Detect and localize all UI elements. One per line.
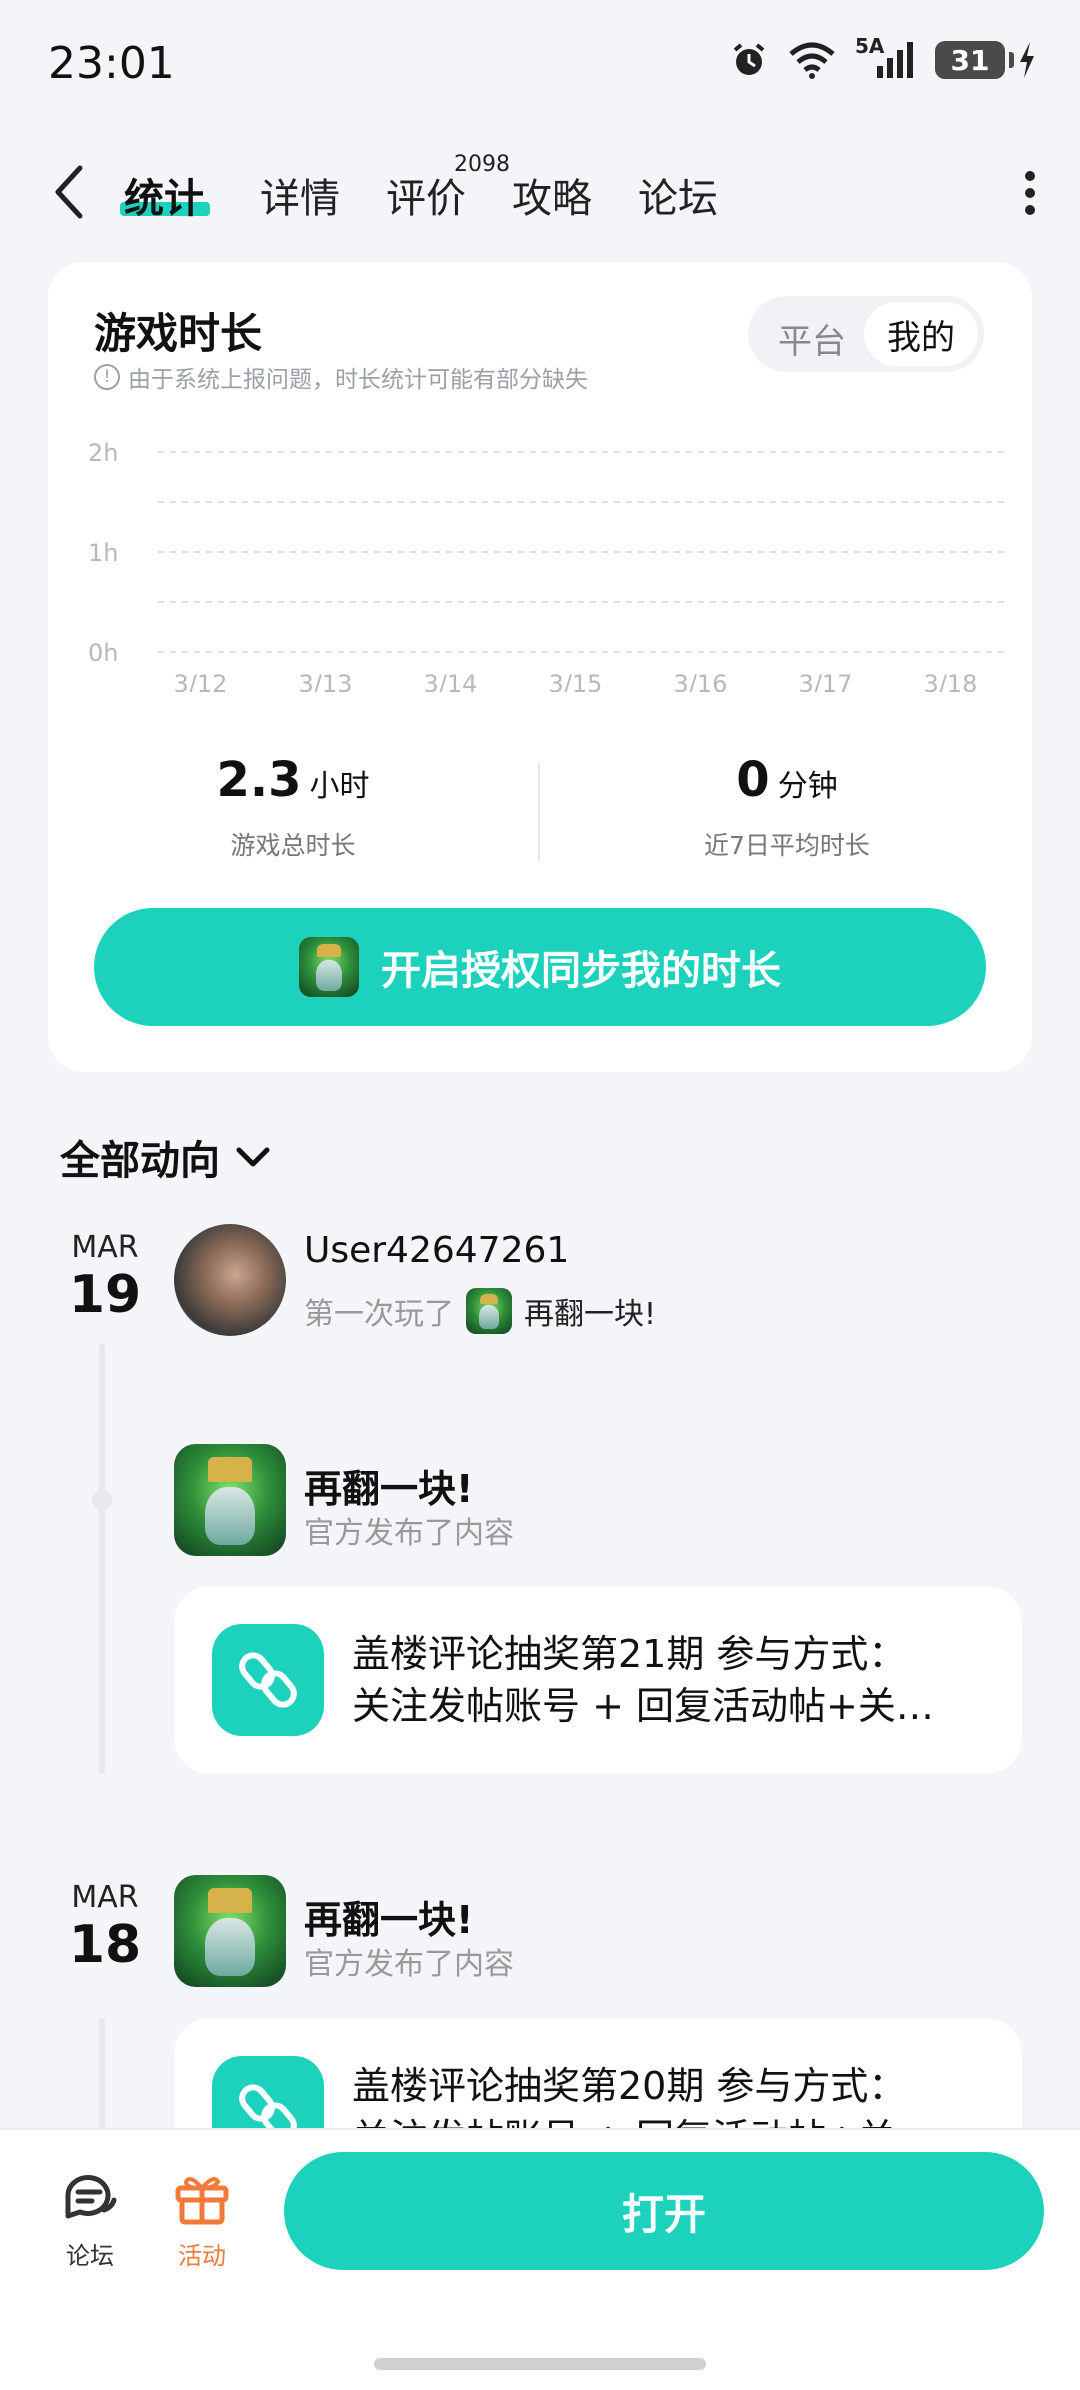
date-month: MAR: [71, 1230, 139, 1265]
open-game-button[interactable]: 打开: [284, 2152, 1044, 2270]
events-tab[interactable]: 活动: [152, 2170, 252, 2271]
post-text-line-2: 关注发帖账号 + 回复活动帖+关…: [352, 1684, 934, 1728]
battery-cap: [1009, 52, 1014, 68]
chart-x-tick-label: 3/18: [924, 670, 978, 692]
reviews-count-badge: 2098: [454, 152, 510, 177]
activity-filter-label: 全部动向: [60, 1138, 220, 1184]
user-activity: 第一次玩了 再翻一块!: [304, 1288, 656, 1334]
game-icon: [466, 1288, 512, 1334]
chart-y-tick-label: 0h: [88, 639, 118, 667]
activity-game-name[interactable]: 再翻一块!: [524, 1289, 656, 1333]
bottom-action-bar: 论坛 活动 打开: [0, 2128, 1080, 2390]
game-icon[interactable]: [174, 1875, 286, 1987]
tab-guides[interactable]: 攻略: [512, 166, 592, 224]
chart-x-tick-label: 3/16: [674, 670, 728, 692]
date-marker: MAR 18: [60, 1880, 150, 1971]
post-text-line-1: 盖楼评论抽奖第20期 参与方式：: [352, 2064, 907, 2108]
battery-indicator: 31: [935, 41, 1036, 79]
playtime-chart: 2h 1h 0h 3/12 3/13 3/14 3/15 3/16 3/17 3/18: [88, 439, 1008, 692]
playtime-note-text: 由于系统上报问题，时长统计可能有部分缺失: [128, 367, 588, 393]
average-playtime-label: 近7日平均时长: [704, 831, 870, 860]
game-name[interactable]: 再翻一块!: [304, 1889, 473, 1944]
more-options-icon[interactable]: [1020, 168, 1040, 218]
post-subtitle: 官方发布了内容: [304, 1947, 514, 1982]
average-playtime-unit: 分钟: [777, 769, 838, 804]
game-icon[interactable]: [174, 1444, 286, 1556]
info-icon: !: [94, 364, 120, 390]
home-indicator[interactable]: [374, 2358, 706, 2370]
playtime-card: 游戏时长 ! 由于系统上报问题，时长统计可能有部分缺失 平台 我的 2h 1h 0h…: [48, 262, 1032, 1072]
total-playtime: 2.3 小时 游戏总时长: [48, 752, 538, 862]
average-playtime-value: 0: [736, 752, 770, 808]
activity-filter-dropdown[interactable]: 全部动向: [60, 1128, 272, 1186]
timeline-dot: [92, 1490, 112, 1510]
toggle-platform[interactable]: 平台: [778, 314, 846, 363]
chart-x-tick-label: 3/15: [549, 670, 603, 692]
alarm-icon: [733, 43, 765, 75]
status-icons: 5A 31: [729, 34, 1036, 80]
playtime-stats: 2.3 小时 游戏总时长 0 分钟 近7日平均时长: [48, 752, 1032, 872]
date-marker: MAR 19: [60, 1230, 150, 1321]
total-playtime-label: 游戏总时长: [230, 831, 356, 860]
wifi-icon: [789, 42, 835, 79]
stats-divider: [538, 762, 540, 862]
total-playtime-unit: 小时: [309, 769, 370, 804]
game-icon: [299, 937, 359, 997]
average-playtime: 0 分钟 近7日平均时长: [542, 752, 1032, 862]
avatar[interactable]: [174, 1224, 286, 1336]
events-label: 活动: [178, 2242, 226, 2270]
post-card[interactable]: 盖楼评论抽奖第21期 参与方式： 关注发帖账号 + 回复活动帖+关…: [174, 1586, 1022, 1774]
chart-x-tick-label: 3/13: [299, 670, 353, 692]
tab-details[interactable]: 详情: [260, 166, 340, 224]
chart-x-tick-label: 3/12: [174, 670, 228, 692]
sync-playtime-label: 开启授权同步我的时长: [381, 948, 781, 994]
chevron-down-icon: [236, 1147, 270, 1167]
top-navigation: 统计 详情 评价 2098 攻略 论坛: [0, 148, 1080, 238]
cellular-signal-icon: 5A: [855, 34, 917, 80]
toggle-mine[interactable]: 我的: [864, 302, 978, 366]
chart-y-tick-label: 1h: [88, 539, 118, 567]
gift-icon: [175, 2177, 229, 2225]
date-day: 18: [68, 1915, 142, 1975]
back-arrow-icon[interactable]: [50, 162, 90, 222]
total-playtime-value: 2.3: [216, 752, 302, 808]
forum-tab[interactable]: 论坛: [40, 2170, 140, 2271]
username[interactable]: User42647261: [304, 1230, 569, 1271]
date-month: MAR: [71, 1880, 139, 1915]
tab-stats[interactable]: 统计: [124, 166, 204, 224]
timeline-line: [99, 1344, 105, 1774]
scope-toggle: 平台 我的: [748, 296, 984, 372]
post-text: 盖楼评论抽奖第21期 参与方式： 关注发帖账号 + 回复活动帖+关…: [352, 1628, 972, 1732]
timeline-line: [99, 2018, 105, 2138]
chart-x-tick-label: 3/14: [424, 670, 478, 692]
battery-level: 31: [935, 41, 1005, 79]
chart-y-tick-label: 2h: [88, 439, 118, 467]
post-subtitle: 官方发布了内容: [304, 1516, 514, 1551]
tab-forum[interactable]: 论坛: [638, 166, 718, 224]
activity-action: 第一次玩了: [304, 1297, 454, 1332]
post-text-line-1: 盖楼评论抽奖第21期 参与方式：: [352, 1632, 907, 1676]
playtime-note: ! 由于系统上报问题，时长统计可能有部分缺失: [94, 360, 588, 394]
charging-icon: [1020, 42, 1034, 78]
forum-icon: [65, 2175, 117, 2219]
game-name[interactable]: 再翻一块!: [304, 1458, 473, 1513]
playtime-title: 游戏时长: [94, 309, 263, 358]
date-day: 19: [68, 1265, 142, 1325]
status-bar: 23:01 5A 31: [0, 0, 1080, 130]
sync-playtime-button[interactable]: 开启授权同步我的时长: [94, 908, 986, 1026]
forum-label: 论坛: [66, 2242, 114, 2270]
status-time: 23:01: [48, 38, 175, 89]
chart-x-tick-label: 3/17: [799, 670, 853, 692]
link-icon: [212, 1624, 324, 1736]
